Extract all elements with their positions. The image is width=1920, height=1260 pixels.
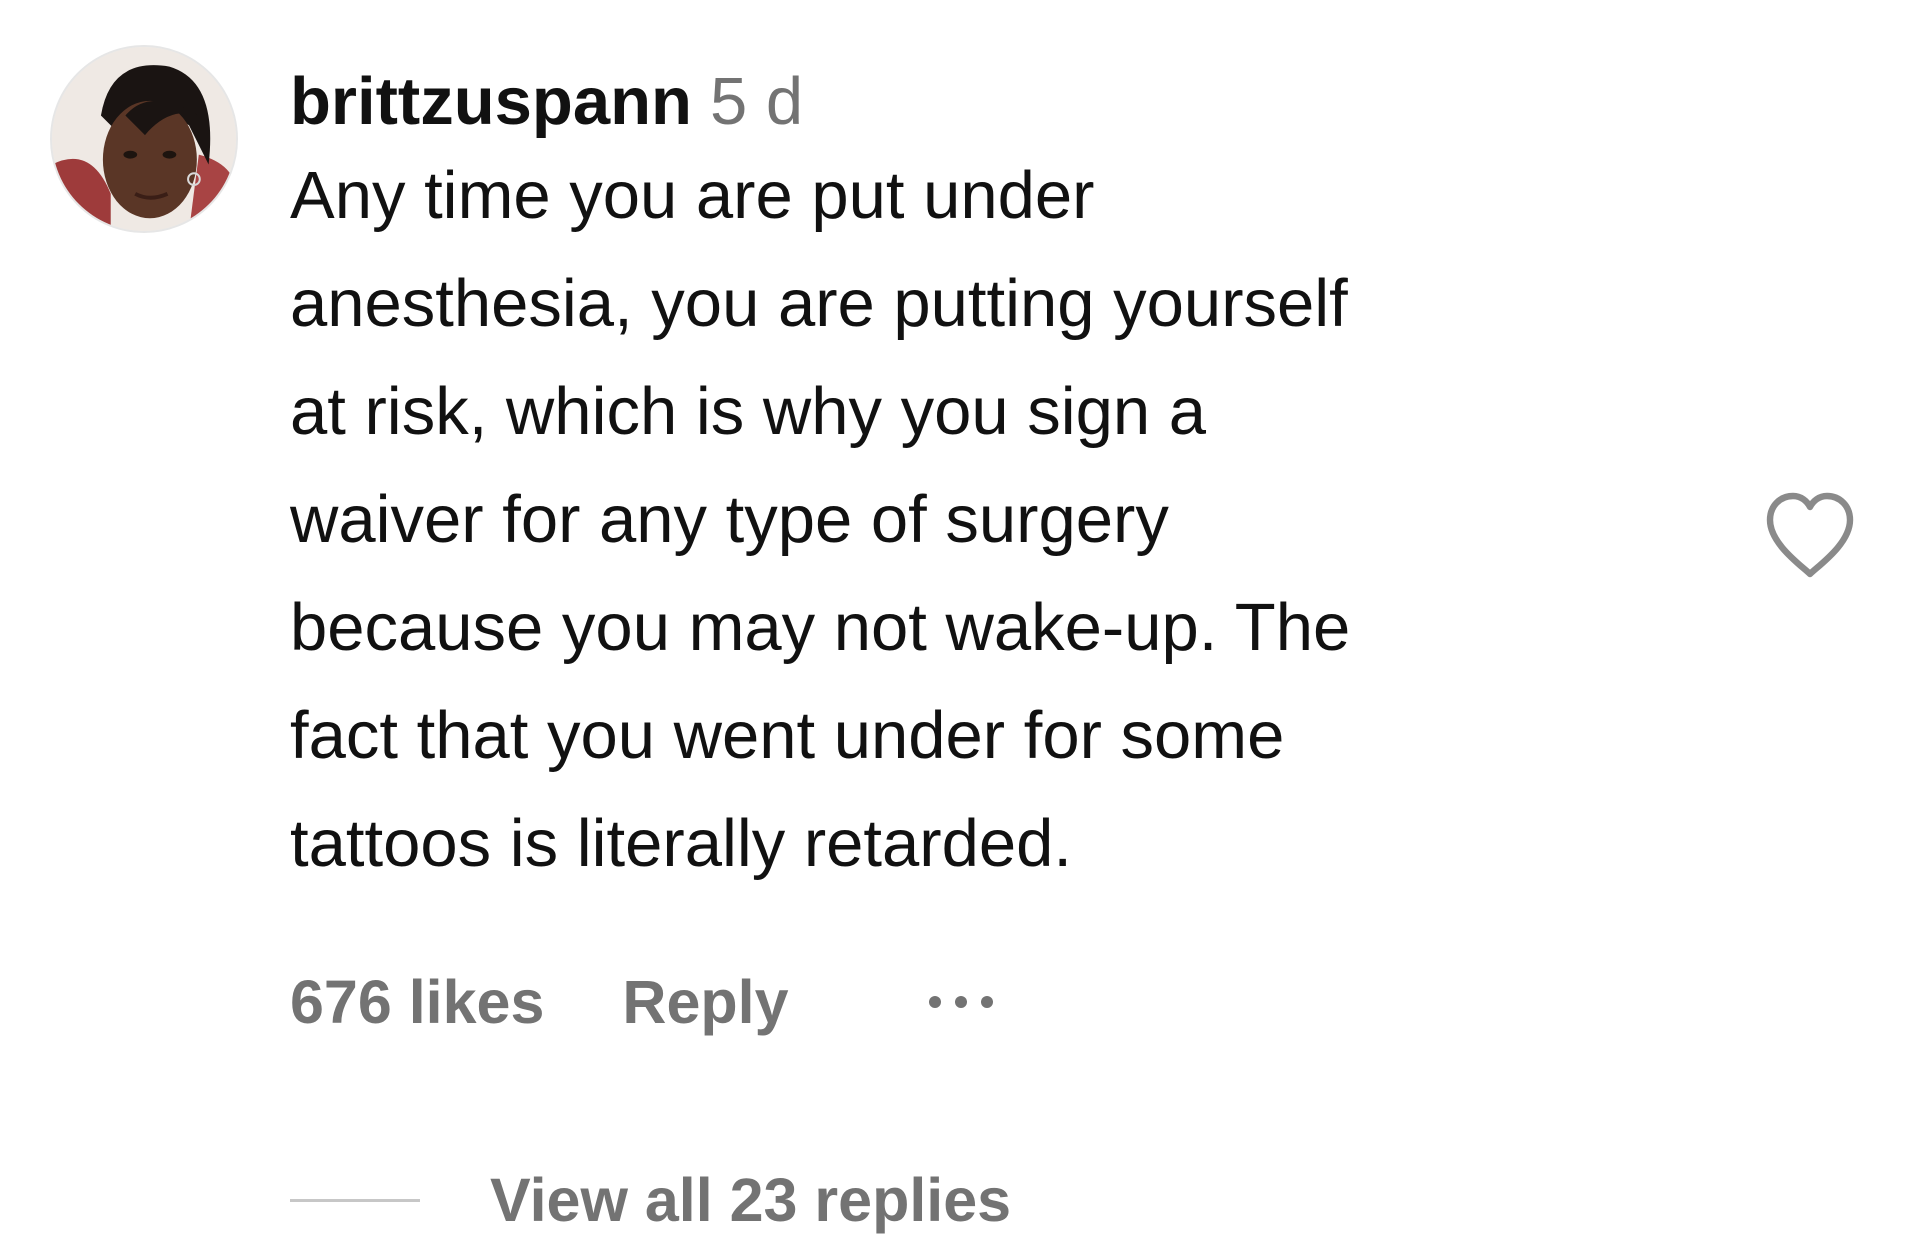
view-replies-row: View all 23 replies [290,1160,1011,1240]
reply-button[interactable]: Reply [622,967,788,1037]
username[interactable]: brittzuspann [290,64,692,139]
more-dot [980,996,993,1008]
comment-text-line: fact that you went under for some [290,698,1285,773]
comment-text-line: anesthesia, you are putting yourself [290,266,1348,341]
comment-text-line: waiver for any type of surgery [290,482,1169,557]
more-dot [928,996,941,1008]
comment-header: brittzuspann 5 d [290,62,1710,142]
avatar[interactable] [50,45,238,233]
comment-text: Any time you are put under anesthesia, y… [290,142,1690,898]
comment-text-line: tattoos is literally retarded. [290,806,1073,881]
comment-text-line: at risk, which is why you sign a [290,374,1207,449]
comment-actions: 676 likes Reply [290,962,1007,1042]
replies-divider [290,1198,420,1202]
view-replies-button[interactable]: View all 23 replies [490,1165,1011,1235]
timestamp[interactable]: 5 d [710,64,803,139]
heart-outline-icon[interactable] [1762,490,1858,580]
more-horizontal-icon[interactable] [928,972,1007,1032]
comment-body: brittzuspann 5 d Any time you are put und… [290,62,1710,898]
comment: brittzuspann 5 d Any time you are put und… [0,0,1920,1260]
avatar-image [52,47,236,231]
comment-text-line: Any time you are put under [290,158,1095,233]
comment-text-line: because you may not wake-up. The [290,590,1351,665]
more-dot [954,996,967,1008]
likes-count[interactable]: 676 likes [290,967,544,1037]
